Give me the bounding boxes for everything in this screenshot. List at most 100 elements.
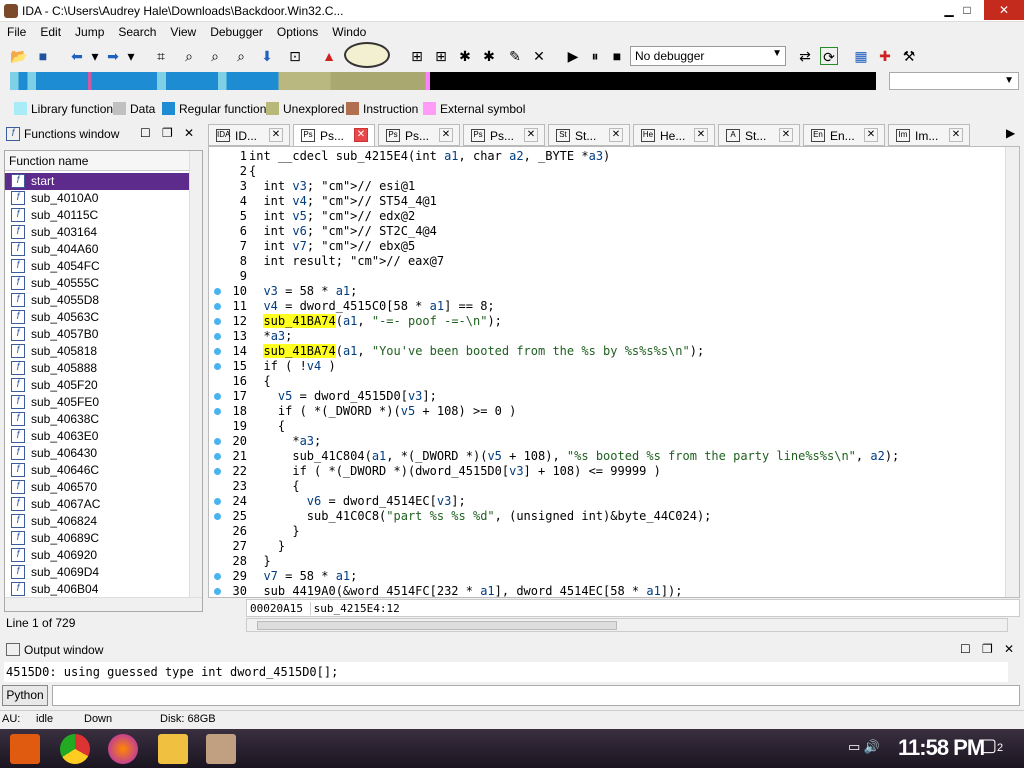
code-line[interactable]: 14 sub_41BA74(a1, "You've been booted fr… — [209, 344, 1019, 359]
breakpoint-dot-icon[interactable] — [214, 513, 221, 520]
breakpoint-dot-icon[interactable] — [214, 453, 221, 460]
breakpoint-dot-icon[interactable] — [214, 468, 221, 475]
close-button[interactable]: ✕ — [984, 0, 1024, 20]
jump-icon[interactable]: ⊡ — [286, 47, 304, 65]
tab-7[interactable]: En En... ✕ — [803, 124, 885, 146]
function-row[interactable]: f sub_40563C — [5, 309, 189, 326]
menu-search[interactable]: Search — [111, 22, 163, 39]
breakpoint-dot-icon[interactable] — [214, 288, 221, 295]
patch-icon[interactable]: ✱ — [480, 47, 498, 65]
function-row[interactable]: f sub_4067AC — [5, 496, 189, 513]
clock[interactable]: 11:58 PM — [898, 735, 985, 761]
code-line[interactable]: 20 *a3; — [209, 434, 1019, 449]
code-line[interactable]: 4 int v4; "cm">// ST54_4@1 — [209, 194, 1019, 209]
tab-close-icon[interactable]: ✕ — [609, 128, 623, 142]
function-row[interactable]: f sub_406B04 — [5, 581, 189, 598]
function-row[interactable]: f sub_405818 — [5, 343, 189, 360]
function-row[interactable]: f sub_403164 — [5, 224, 189, 241]
code-line[interactable]: 16 { — [209, 374, 1019, 389]
functions-horizontal-scrollbar[interactable] — [5, 597, 202, 611]
code-line[interactable]: 28 } — [209, 554, 1019, 569]
code-line[interactable]: 12 sub_41BA74(a1, "-=- poof -=-\n"); — [209, 314, 1019, 329]
cross-icon[interactable]: ✕ — [530, 47, 548, 65]
code-line[interactable]: 10 v3 = 58 * a1; — [209, 284, 1019, 299]
function-row[interactable]: f sub_405888 — [5, 360, 189, 377]
scroll-thumb[interactable] — [257, 621, 617, 630]
code-line[interactable]: 18 if ( *(_DWORD *)(v5 + 108) >= 0 ) — [209, 404, 1019, 419]
breakpoint-dot-icon[interactable] — [214, 393, 221, 400]
forward-arrow-icon[interactable]: ➡ — [104, 47, 122, 65]
code-line[interactable]: 26 } — [209, 524, 1019, 539]
function-row[interactable]: f sub_40689C — [5, 530, 189, 547]
debugger-select[interactable]: No debugger ▼ — [630, 46, 786, 66]
code-line[interactable]: 15 if ( !v4 ) — [209, 359, 1019, 374]
code-line[interactable]: 25 sub_41C0C8("part %s %s %d", (unsigned… — [209, 509, 1019, 524]
tab-close-icon[interactable]: ✕ — [439, 128, 453, 142]
menu-windows[interactable]: Windo — [325, 22, 373, 39]
tab-3[interactable]: Ps Ps... ✕ — [463, 124, 545, 146]
step-into-icon[interactable]: ⇄ — [796, 47, 814, 65]
tabs-scroll-right-icon[interactable]: ▶ — [1006, 126, 1015, 140]
tab-1[interactable]: Ps Ps... ✕ — [293, 124, 375, 146]
function-row[interactable]: f sub_406570 — [5, 479, 189, 496]
forward-dropdown-icon[interactable]: ▾ — [122, 47, 140, 65]
tab-close-icon[interactable]: ✕ — [694, 128, 708, 142]
restore-icon[interactable]: ☐ — [140, 126, 151, 140]
code-line[interactable]: 27 } — [209, 539, 1019, 554]
tool-icon[interactable]: ⚒ — [900, 47, 918, 65]
code-line[interactable]: 5 int v5; "cm">// edx@2 — [209, 209, 1019, 224]
close-icon[interactable]: ✕ — [1004, 642, 1014, 656]
tab-8[interactable]: Im Im... ✕ — [888, 124, 970, 146]
graph-icon[interactable]: ▦ — [852, 47, 870, 65]
code-horizontal-scrollbar[interactable] — [246, 618, 1008, 632]
system-tray[interactable]: ▭ 🔊 — [848, 739, 880, 755]
edit-icon[interactable]: ✎ — [506, 47, 524, 65]
tab-2[interactable]: Ps Ps... ✕ — [378, 124, 460, 146]
ida-taskbar-icon[interactable] — [206, 734, 236, 764]
warning-icon[interactable]: ▲ — [320, 47, 338, 65]
add-struct-icon[interactable]: ⊞ — [408, 47, 426, 65]
pause-icon[interactable]: ⏸ — [586, 47, 604, 65]
tab-0[interactable]: IDA ID... ✕ — [208, 124, 290, 146]
breakpoint-dot-icon[interactable] — [214, 573, 221, 580]
code-line[interactable]: 17 v5 = dword_4515D0[v3]; — [209, 389, 1019, 404]
maximize-button[interactable]: □ — [950, 0, 984, 20]
menu-options[interactable]: Options — [270, 22, 325, 39]
function-row[interactable]: f sub_404A60 — [5, 241, 189, 258]
function-row[interactable]: f sub_4010A0 — [5, 190, 189, 207]
add-enum-icon[interactable]: ⊞ — [432, 47, 450, 65]
code-line[interactable]: 24 v6 = dword_4514EC[v3]; — [209, 494, 1019, 509]
menu-view[interactable]: View — [163, 22, 203, 39]
code-line[interactable]: 9 — [209, 269, 1019, 284]
breakpoint-dot-icon[interactable] — [214, 363, 221, 370]
menu-debugger[interactable]: Debugger — [203, 22, 270, 39]
navigation-band[interactable] — [10, 72, 876, 90]
float-icon[interactable]: ❐ — [982, 642, 993, 656]
function-row[interactable]: f sub_40555C — [5, 275, 189, 292]
tab-close-icon[interactable]: ✕ — [269, 128, 283, 142]
tab-close-icon[interactable]: ✕ — [354, 128, 368, 142]
function-row[interactable]: f sub_406430 — [5, 445, 189, 462]
breakpoint-dot-icon[interactable] — [214, 438, 221, 445]
binary-search-icon[interactable]: ⌗ — [152, 47, 170, 65]
file-explorer-icon[interactable] — [158, 734, 188, 764]
function-row[interactable]: f sub_406824 — [5, 513, 189, 530]
tab-close-icon[interactable]: ✕ — [864, 128, 878, 142]
code-line[interactable]: 3 int v3; "cm">// esi@1 — [209, 179, 1019, 194]
pseudocode-view[interactable]: 1 int __cdecl sub_4215E4(int a1, char a2,… — [208, 146, 1020, 598]
text-search-icon[interactable]: ⌕ — [180, 47, 198, 65]
code-vertical-scrollbar[interactable] — [1005, 147, 1019, 597]
menu-edit[interactable]: Edit — [33, 22, 68, 39]
python-button[interactable]: Python — [2, 685, 48, 706]
code-line[interactable]: 7 int v7; "cm">// ebx@5 — [209, 239, 1019, 254]
open-folder-icon[interactable]: 📂 — [10, 47, 28, 65]
start-icon[interactable] — [10, 734, 40, 764]
function-row[interactable]: f sub_4055D8 — [5, 292, 189, 309]
find-binary-icon[interactable]: ⌕ — [232, 47, 250, 65]
firefox-icon[interactable] — [108, 734, 138, 764]
menu-file[interactable]: File — [0, 22, 33, 39]
chrome-icon[interactable] — [60, 734, 90, 764]
function-row[interactable]: f sub_4069D4 — [5, 564, 189, 581]
code-line[interactable]: 11 v4 = dword_4515C0[58 * a1] == 8; — [209, 299, 1019, 314]
back-dropdown-icon[interactable]: ▾ — [86, 47, 104, 65]
